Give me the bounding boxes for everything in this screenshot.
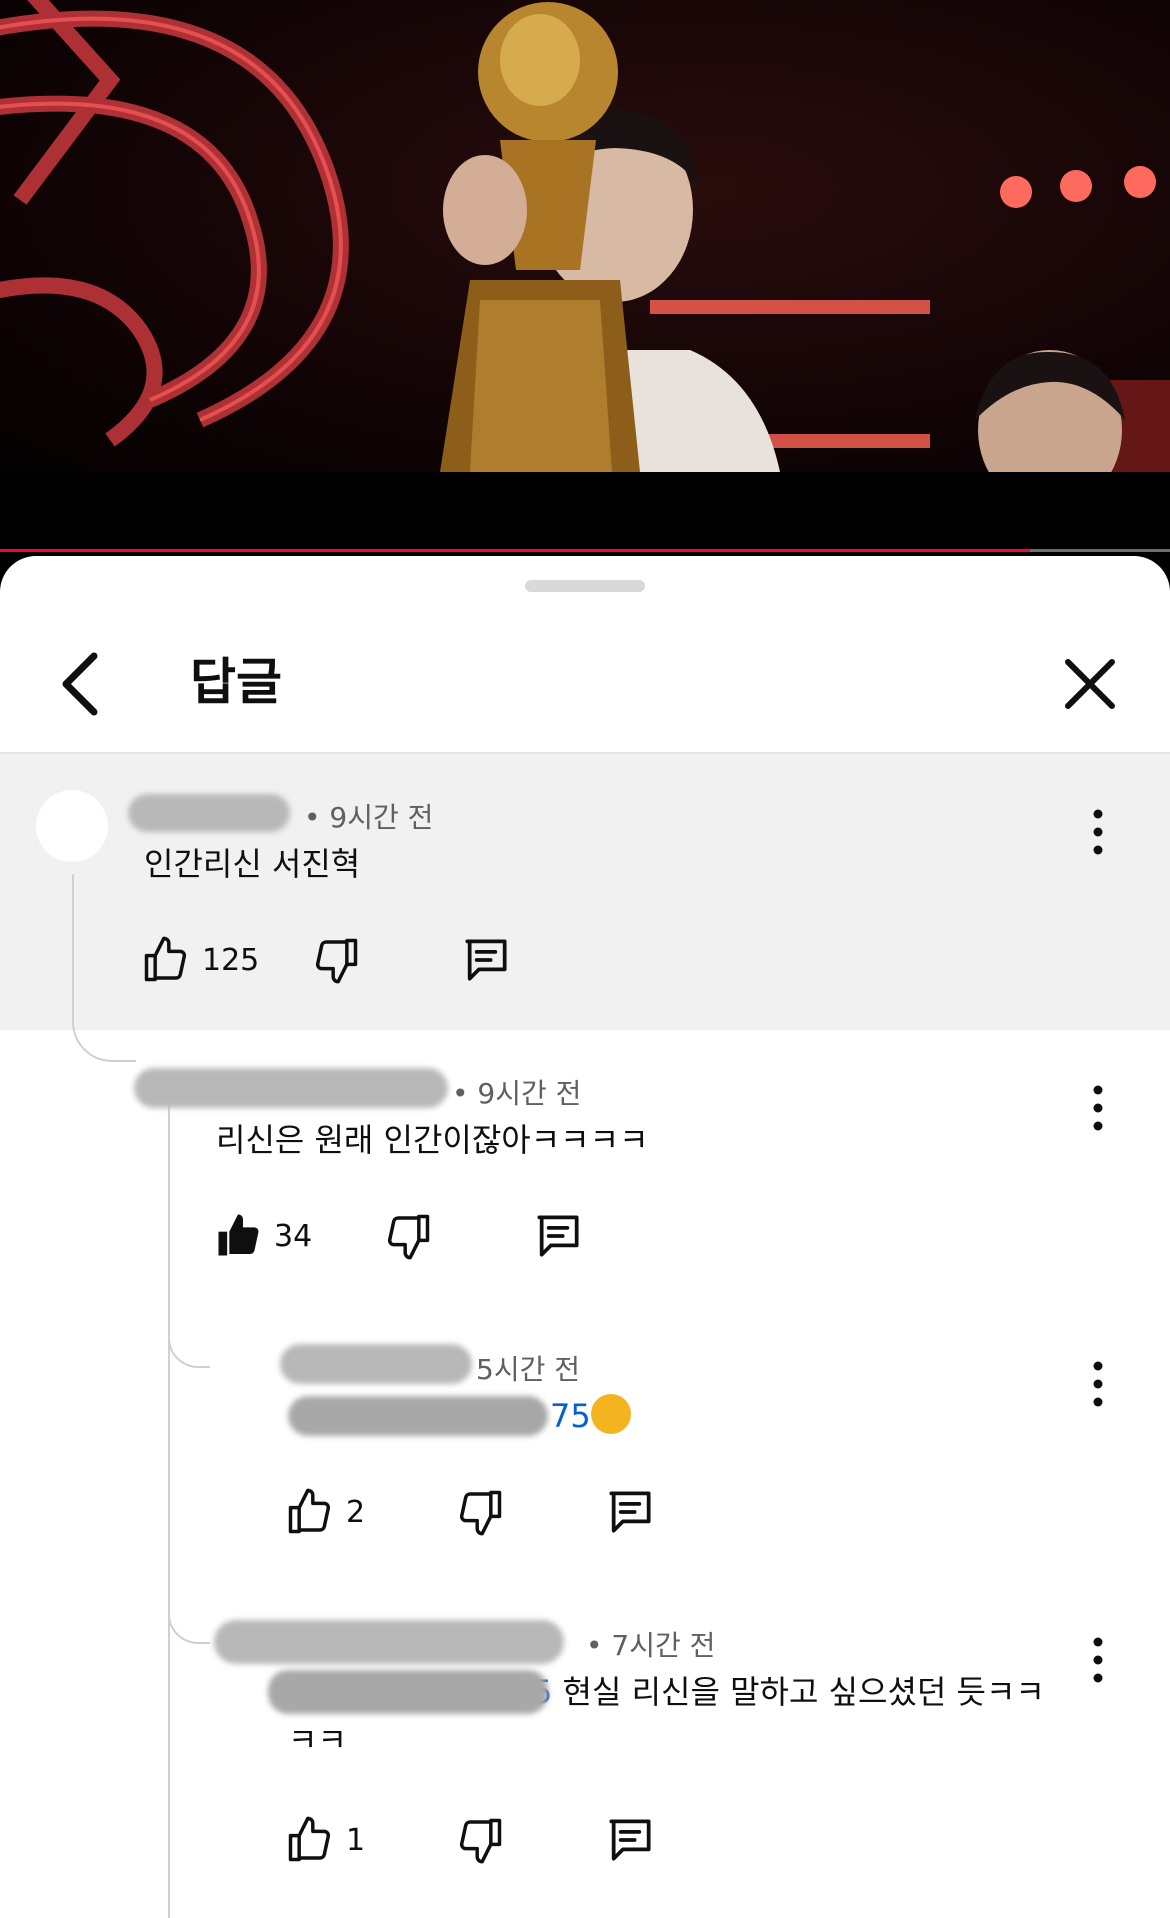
dislike-button[interactable] <box>310 930 362 990</box>
username-redacted[interactable] <box>214 1620 564 1664</box>
avatar[interactable] <box>36 790 108 862</box>
close-button[interactable] <box>1052 646 1128 722</box>
like-button[interactable]: 34 <box>212 1206 312 1266</box>
thumbs-up-icon <box>144 936 187 982</box>
comment-body: 현실 리신을 말하고 싶으셨던 듯ㅋㅋ <box>562 1673 1045 1711</box>
sheet-drag-handle[interactable] <box>525 580 645 592</box>
thumbs-down-icon <box>459 1818 502 1864</box>
mention-redacted[interactable] <box>288 1396 548 1436</box>
comment-item: 5시간 전 75 2 <box>0 1306 1170 1582</box>
video-frame[interactable] <box>0 0 1170 472</box>
comment-item: • 9시간 전 리신은 원래 인간이잖아ㅋㅋㅋㅋ 34 <box>0 1030 1170 1306</box>
comment-item: • 9시간 전 인간리신 서진혁 125 <box>0 754 1170 1030</box>
dislike-button[interactable] <box>454 1810 506 1870</box>
replies-sheet: 답글 • 9시간 전 인간리신 서진혁 125 • 9시간 전 리신은 원래 인… <box>0 556 1170 1918</box>
comment-actions: 34 <box>212 1206 612 1266</box>
mention-redacted[interactable] <box>268 1670 548 1714</box>
username-redacted[interactable] <box>134 1068 448 1108</box>
thumbs-down-icon <box>315 938 358 984</box>
reply-button[interactable] <box>602 1482 658 1542</box>
thumbs-down-icon <box>387 1214 430 1260</box>
video-progress-bar[interactable] <box>0 549 1170 552</box>
like-count: 1 <box>346 1822 366 1858</box>
comment-body-continued: ㅋㅋ <box>288 1721 347 1759</box>
thumbs-up-icon <box>288 1816 331 1862</box>
more-vertical-icon <box>1093 1361 1103 1407</box>
video-player[interactable] <box>0 0 1170 552</box>
reply-button[interactable] <box>530 1206 586 1266</box>
mention-link[interactable]: 75 <box>550 1397 591 1435</box>
reply-button[interactable] <box>602 1810 658 1870</box>
like-count: 2 <box>346 1494 366 1530</box>
reply-comment-icon <box>537 1215 579 1257</box>
comment-timestamp: • 7시간 전 <box>586 1629 716 1662</box>
shushing-face-emoji <box>590 1394 631 1434</box>
like-button[interactable]: 1 <box>284 1810 365 1870</box>
reply-button[interactable] <box>458 930 514 990</box>
thumbs-down-icon <box>459 1490 502 1536</box>
sheet-header: 답글 <box>0 616 1170 754</box>
video-progress-fill <box>0 549 1030 552</box>
more-options-button[interactable] <box>1078 1632 1118 1688</box>
more-options-button[interactable] <box>1078 1356 1118 1412</box>
more-vertical-icon <box>1093 809 1103 855</box>
comment-text: 5 현실 리신을 말하고 싶으셨던 듯ㅋㅋㅋㅋ <box>268 1668 1078 1764</box>
more-vertical-icon <box>1093 1637 1103 1683</box>
username-redacted[interactable] <box>128 794 290 832</box>
thumbs-up-icon <box>288 1488 331 1534</box>
comment-timestamp: 5시간 전 <box>476 1353 580 1386</box>
username-redacted[interactable] <box>280 1344 472 1384</box>
screen: 답글 • 9시간 전 인간리신 서진혁 125 • 9시간 전 리신은 원래 인… <box>0 0 1170 1918</box>
chevron-left-icon <box>62 652 98 716</box>
comment-actions: 125 <box>140 930 540 990</box>
reply-comment-icon <box>609 1491 651 1533</box>
comment-item: • 7시간 전 5 현실 리신을 말하고 싶으셨던 듯ㅋㅋㅋㅋ 1 <box>0 1582 1170 1918</box>
comment-text: 인간리신 서진혁 <box>144 845 361 883</box>
comment-text: 75 <box>288 1392 631 1440</box>
comment-actions: 2 <box>284 1482 684 1542</box>
more-vertical-icon <box>1093 1085 1103 1131</box>
like-count: 34 <box>274 1218 313 1254</box>
reply-comment-icon <box>609 1819 651 1861</box>
comment-timestamp: • 9시간 전 <box>304 801 434 834</box>
comment-actions: 1 <box>284 1810 684 1870</box>
dislike-button[interactable] <box>382 1206 434 1266</box>
comment-text: 리신은 원래 인간이잖아ㅋㅋㅋㅋ <box>216 1121 649 1159</box>
thumbs-up-filled-icon <box>218 1214 259 1256</box>
like-button[interactable]: 2 <box>284 1482 365 1542</box>
like-button[interactable]: 125 <box>140 930 259 990</box>
sheet-title: 답글 <box>190 653 282 711</box>
comment-timestamp: • 9시간 전 <box>452 1077 582 1110</box>
like-count: 125 <box>202 942 260 978</box>
close-icon <box>1065 659 1115 709</box>
more-options-button[interactable] <box>1078 1080 1118 1136</box>
video-thumbnail-image <box>0 0 1170 472</box>
reply-comment-icon <box>465 939 507 981</box>
back-button[interactable] <box>48 644 118 724</box>
more-options-button[interactable] <box>1078 804 1118 860</box>
dislike-button[interactable] <box>454 1482 506 1542</box>
